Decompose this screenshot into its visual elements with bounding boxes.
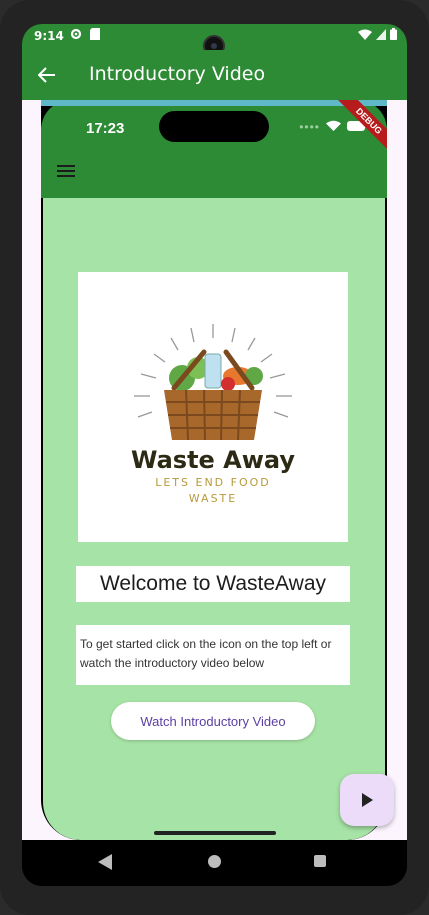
triangle-back-icon — [98, 854, 112, 870]
system-nav-bar — [22, 840, 407, 886]
inner-status-icons: •••• — [299, 120, 367, 134]
play-fab[interactable] — [340, 774, 394, 826]
battery-icon — [390, 28, 397, 43]
dynamic-island — [159, 111, 269, 142]
nav-recents-button[interactable] — [314, 855, 326, 867]
status-right-icons — [358, 28, 397, 43]
settings-icon — [70, 28, 82, 43]
logo-tagline-2: WASTE — [189, 492, 237, 505]
waste-away-logo: Waste Away LETS END FOOD WASTE — [131, 324, 295, 505]
watch-video-button[interactable]: Watch Introductory Video — [111, 702, 315, 740]
logo-title-text: Waste Away — [131, 446, 295, 474]
inner-signal-dots-icon: •••• — [299, 120, 320, 134]
logo-tagline-1: LETS END FOOD — [155, 476, 271, 489]
device-screen: 9:14 Introductory Video 17:23 •••• DEBUG… — [22, 24, 407, 886]
page-title: Introductory Video — [89, 63, 266, 85]
hamburger-menu-button[interactable] — [57, 165, 75, 179]
inner-status-time: 17:23 — [86, 120, 125, 137]
content-area: 17:23 •••• DEBUG Waste Away LETS END FOO… — [22, 100, 407, 840]
video-preview-phone: 17:23 •••• DEBUG Waste Away LETS END FOO… — [41, 100, 387, 840]
sd-card-icon — [90, 28, 100, 43]
back-button[interactable] — [34, 62, 60, 88]
logo-card: Waste Away LETS END FOOD WASTE — [78, 272, 348, 542]
inner-wifi-icon — [326, 120, 341, 134]
signal-icon — [376, 28, 386, 43]
nav-home-button[interactable] — [208, 855, 221, 868]
status-time: 9:14 — [34, 29, 64, 43]
arrow-left-icon — [38, 67, 55, 83]
inner-app-bar: 17:23 •••• DEBUG — [41, 100, 387, 198]
intro-description: To get started click on the icon on the … — [76, 625, 350, 685]
home-indicator — [154, 831, 276, 835]
inner-bezel — [41, 100, 387, 106]
hamburger-menu-icon — [57, 165, 75, 167]
inner-body: Waste Away LETS END FOOD WASTE Welcome t… — [43, 198, 385, 840]
play-icon — [362, 793, 373, 807]
nav-back-button[interactable] — [98, 854, 112, 875]
welcome-heading: Welcome to WasteAway — [76, 566, 350, 602]
wifi-icon — [358, 29, 372, 43]
app-bar: Introductory Video — [22, 50, 407, 100]
